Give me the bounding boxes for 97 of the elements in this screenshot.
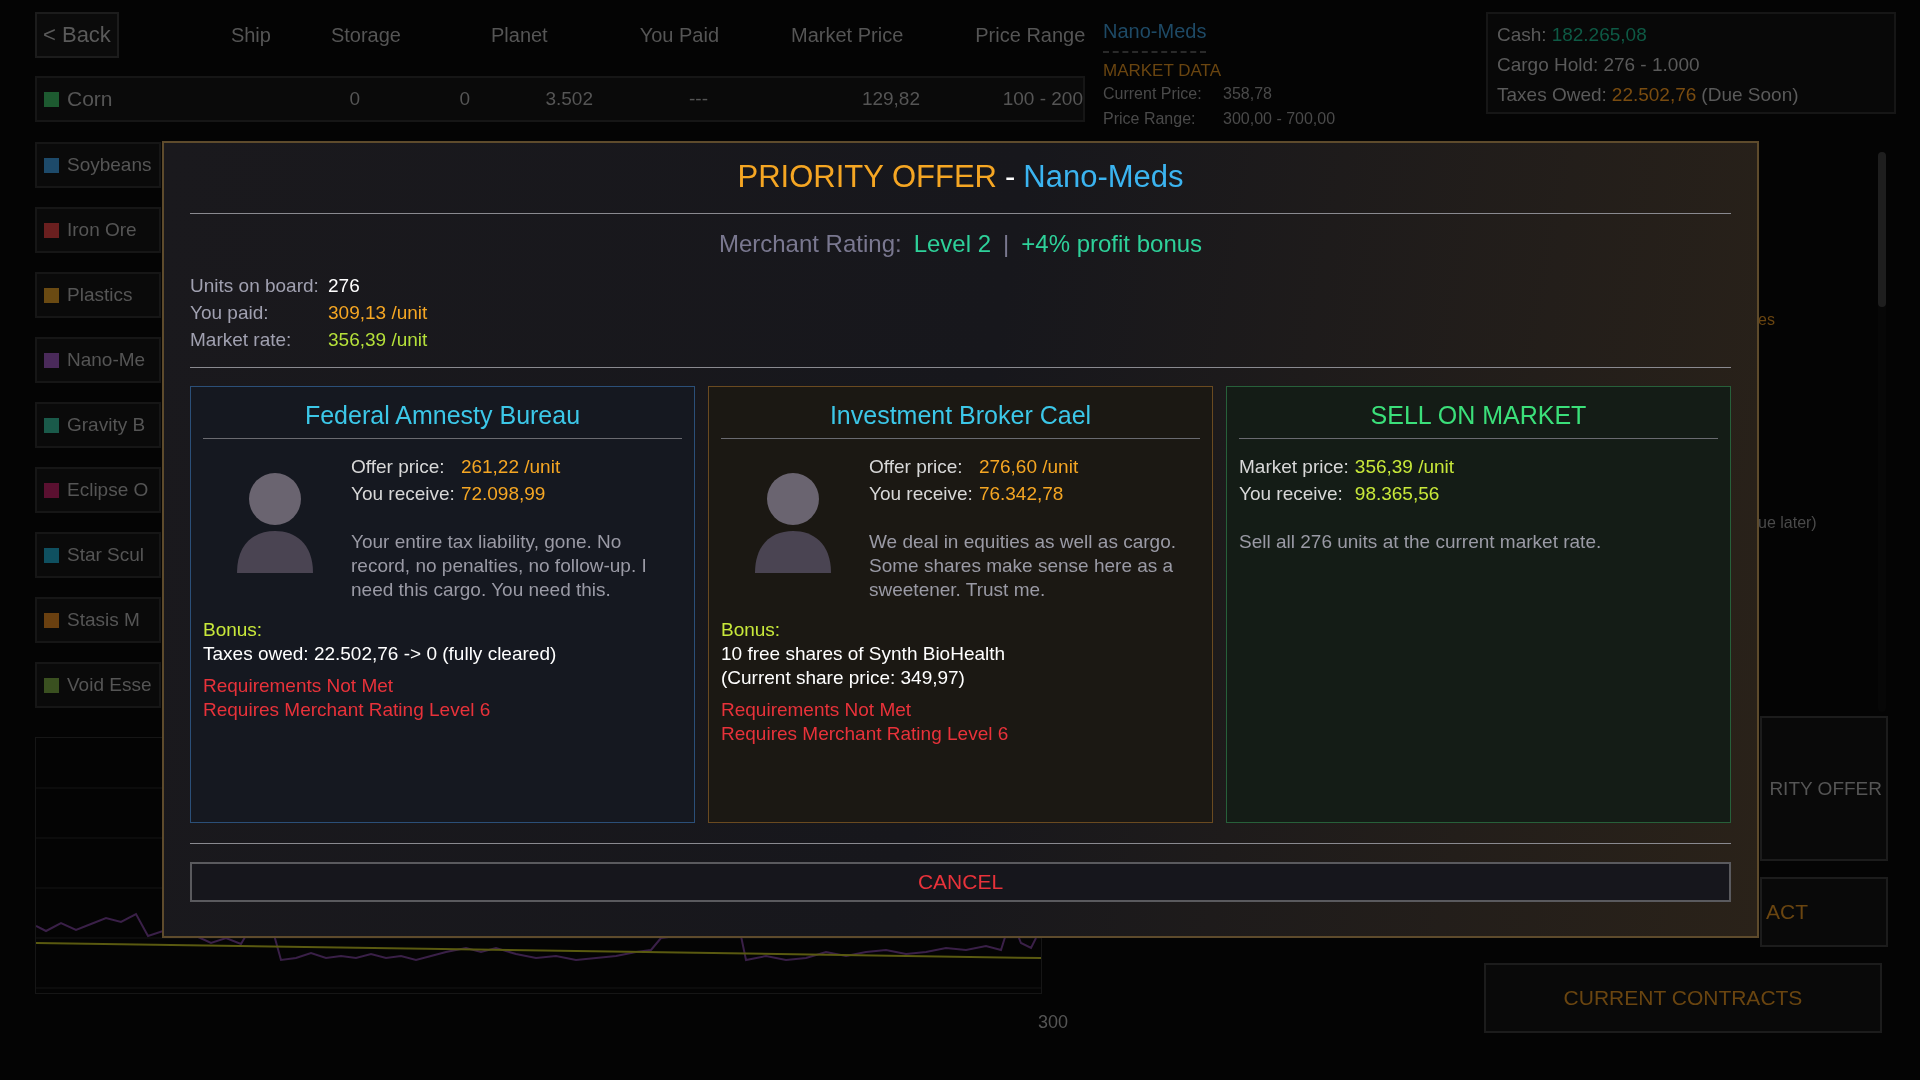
- info-label: Units on board:: [190, 274, 320, 298]
- commodity-name: Soybeans: [67, 154, 152, 176]
- requirement-text: Requires Merchant Rating Level 6: [721, 722, 1010, 746]
- commodity-title: Nano-Meds: [1103, 20, 1207, 53]
- price-value: 72.098,99: [460, 482, 547, 506]
- table-cell-text: 0: [458, 88, 470, 110]
- offer-description: Sell all 276 units at the current market rate.: [1239, 530, 1602, 554]
- product-name: Nano-Meds: [1023, 159, 1184, 195]
- side-button[interactable]: CURRENT CONTRACTS: [1484, 963, 1882, 1033]
- back-button[interactable]: < Back: [35, 12, 119, 58]
- commodity-row[interactable]: Corn 0 0 3.502 --- 129,82 100 - 200: [35, 76, 1085, 122]
- price-label: You receive:: [1239, 482, 1344, 506]
- rating-bonus: +4% profit bonus: [1021, 230, 1203, 258]
- column-header: Market Price: [791, 23, 904, 47]
- offer-title: Investment Broker Cael: [721, 397, 1200, 439]
- status-value: 22.502,76: [1611, 83, 1697, 107]
- offer-card[interactable]: [190, 386, 695, 823]
- info-value: 309,13 /unit: [328, 301, 429, 325]
- column-header: Planet: [490, 23, 548, 47]
- bonus-text: 10 free shares of Synth BioHealth: [721, 642, 1007, 666]
- price-label: Offer price:: [351, 455, 446, 479]
- scrollbar-thumb[interactable]: [1878, 152, 1886, 307]
- table-cell-text: ---: [688, 88, 708, 110]
- price-label: Offer price:: [869, 455, 964, 479]
- offer-card[interactable]: SELL ON MARKET Market price: 356,39 /unit You receive: 98.365,56 Sell all 276 units at the current market rate.: [1226, 386, 1731, 823]
- offer-description: We deal in equities as well as cargo. Some shares make sense here as a sweetener. Trust me.: [869, 530, 1177, 602]
- dialog-title: PRIORITY OFFER: [737, 159, 997, 195]
- commodity-name: Nano-Me: [67, 349, 146, 371]
- commodity-row[interactable]: Eclipse O: [35, 467, 161, 513]
- info-label: You paid:: [190, 301, 270, 325]
- column-header: You Paid: [639, 23, 720, 47]
- column-header: Storage: [330, 23, 401, 47]
- axis-tick-label: 300: [1038, 1012, 1069, 1033]
- offer-description: Your entire tax liability, gone. No record, no penalties, no follow-up. I need this cargo. You need this.: [351, 530, 648, 602]
- commodity-name: Star Scul: [67, 544, 145, 566]
- rating-divider: |: [1003, 230, 1010, 258]
- commodity-row[interactable]: Iron Ore: [35, 207, 161, 253]
- status-note: (Due Soon): [1701, 83, 1799, 107]
- status-value: 182.265,08: [1551, 23, 1647, 47]
- status-value: 276 - 1.000: [1603, 53, 1700, 77]
- commodity-name: Void Esse: [67, 674, 152, 696]
- commodity-row[interactable]: Soybeans: [35, 142, 161, 188]
- commodity-row[interactable]: Void Esse: [35, 662, 161, 708]
- field-value: 358,78: [1223, 84, 1272, 104]
- commodity-name: Gravity B: [67, 414, 146, 436]
- partial-text: ue later): [1758, 514, 1817, 532]
- price-value: 76.342,78: [978, 482, 1065, 506]
- bonus-label: Bonus:: [203, 618, 264, 642]
- field-label: Price Range:: [1103, 109, 1197, 129]
- commodity-row[interactable]: Stasis M: [35, 597, 161, 643]
- commodity-name: Stasis M: [67, 609, 140, 631]
- offer-card[interactable]: [708, 386, 1213, 823]
- commodity-name: Iron Ore: [67, 219, 137, 241]
- field-value: 300,00 - 700,00: [1223, 109, 1336, 129]
- price-label: You receive:: [351, 482, 455, 506]
- column-header: Price Range: [975, 23, 1086, 47]
- commodity-row[interactable]: Gravity B: [35, 402, 161, 448]
- side-button[interactable]: ACT: [1760, 877, 1888, 947]
- info-value: 356,39 /unit: [328, 328, 429, 352]
- table-cell-text: 129,82: [860, 88, 920, 110]
- bonus-text: Taxes owed: 22.502,76 -> 0 (fully cleared): [203, 642, 558, 666]
- section-heading: MARKET DATA: [1103, 61, 1223, 81]
- field-label: Current Price:: [1103, 84, 1203, 104]
- commodity-name: Eclipse O: [67, 479, 149, 501]
- cancel-button[interactable]: CANCEL: [190, 862, 1731, 902]
- commodity-row[interactable]: Plastics: [35, 272, 161, 318]
- title-separator: -: [1004, 159, 1016, 195]
- commodity-name: Plastics: [67, 284, 133, 306]
- requirement-text: Requirements Not Met: [203, 674, 395, 698]
- table-cell-text: 100 - 200: [1001, 88, 1083, 110]
- price-label: You receive:: [869, 482, 973, 506]
- column-header: Ship: [230, 23, 271, 47]
- table-cell-text: 3.502: [544, 88, 593, 110]
- status-label: Taxes Owed:: [1497, 83, 1607, 107]
- price-value: 356,39 /unit: [1354, 455, 1455, 479]
- price-value: 261,22 /unit: [460, 455, 561, 479]
- rating-level: Level 2: [913, 230, 992, 258]
- info-value: 276: [328, 274, 361, 298]
- price-value: 98.365,56: [1354, 482, 1441, 506]
- price-value: 276,60 /unit: [978, 455, 1079, 479]
- commodity-name: Corn: [67, 87, 114, 111]
- status-label: Cargo Hold:: [1497, 53, 1599, 77]
- bonus-text: (Current share price: 349,97): [721, 666, 966, 690]
- offer-title: SELL ON MARKET: [1239, 397, 1718, 439]
- rating-label: Merchant Rating:: [718, 230, 902, 258]
- bonus-label: Bonus:: [721, 618, 782, 642]
- requirement-text: Requirements Not Met: [721, 698, 913, 722]
- price-label: Market price:: [1239, 455, 1349, 479]
- partial-text: es: [1758, 311, 1775, 329]
- commodity-row[interactable]: Star Scul: [35, 532, 161, 578]
- table-cell-text: 0: [348, 88, 360, 110]
- side-button[interactable]: RITY OFFER: [1760, 716, 1888, 861]
- status-label: Cash:: [1497, 23, 1547, 47]
- offer-title: Federal Amnesty Bureau: [203, 397, 682, 439]
- commodity-row[interactable]: Nano-Me: [35, 337, 161, 383]
- info-label: Market rate:: [190, 328, 293, 352]
- requirement-text: Requires Merchant Rating Level 6: [203, 698, 492, 722]
